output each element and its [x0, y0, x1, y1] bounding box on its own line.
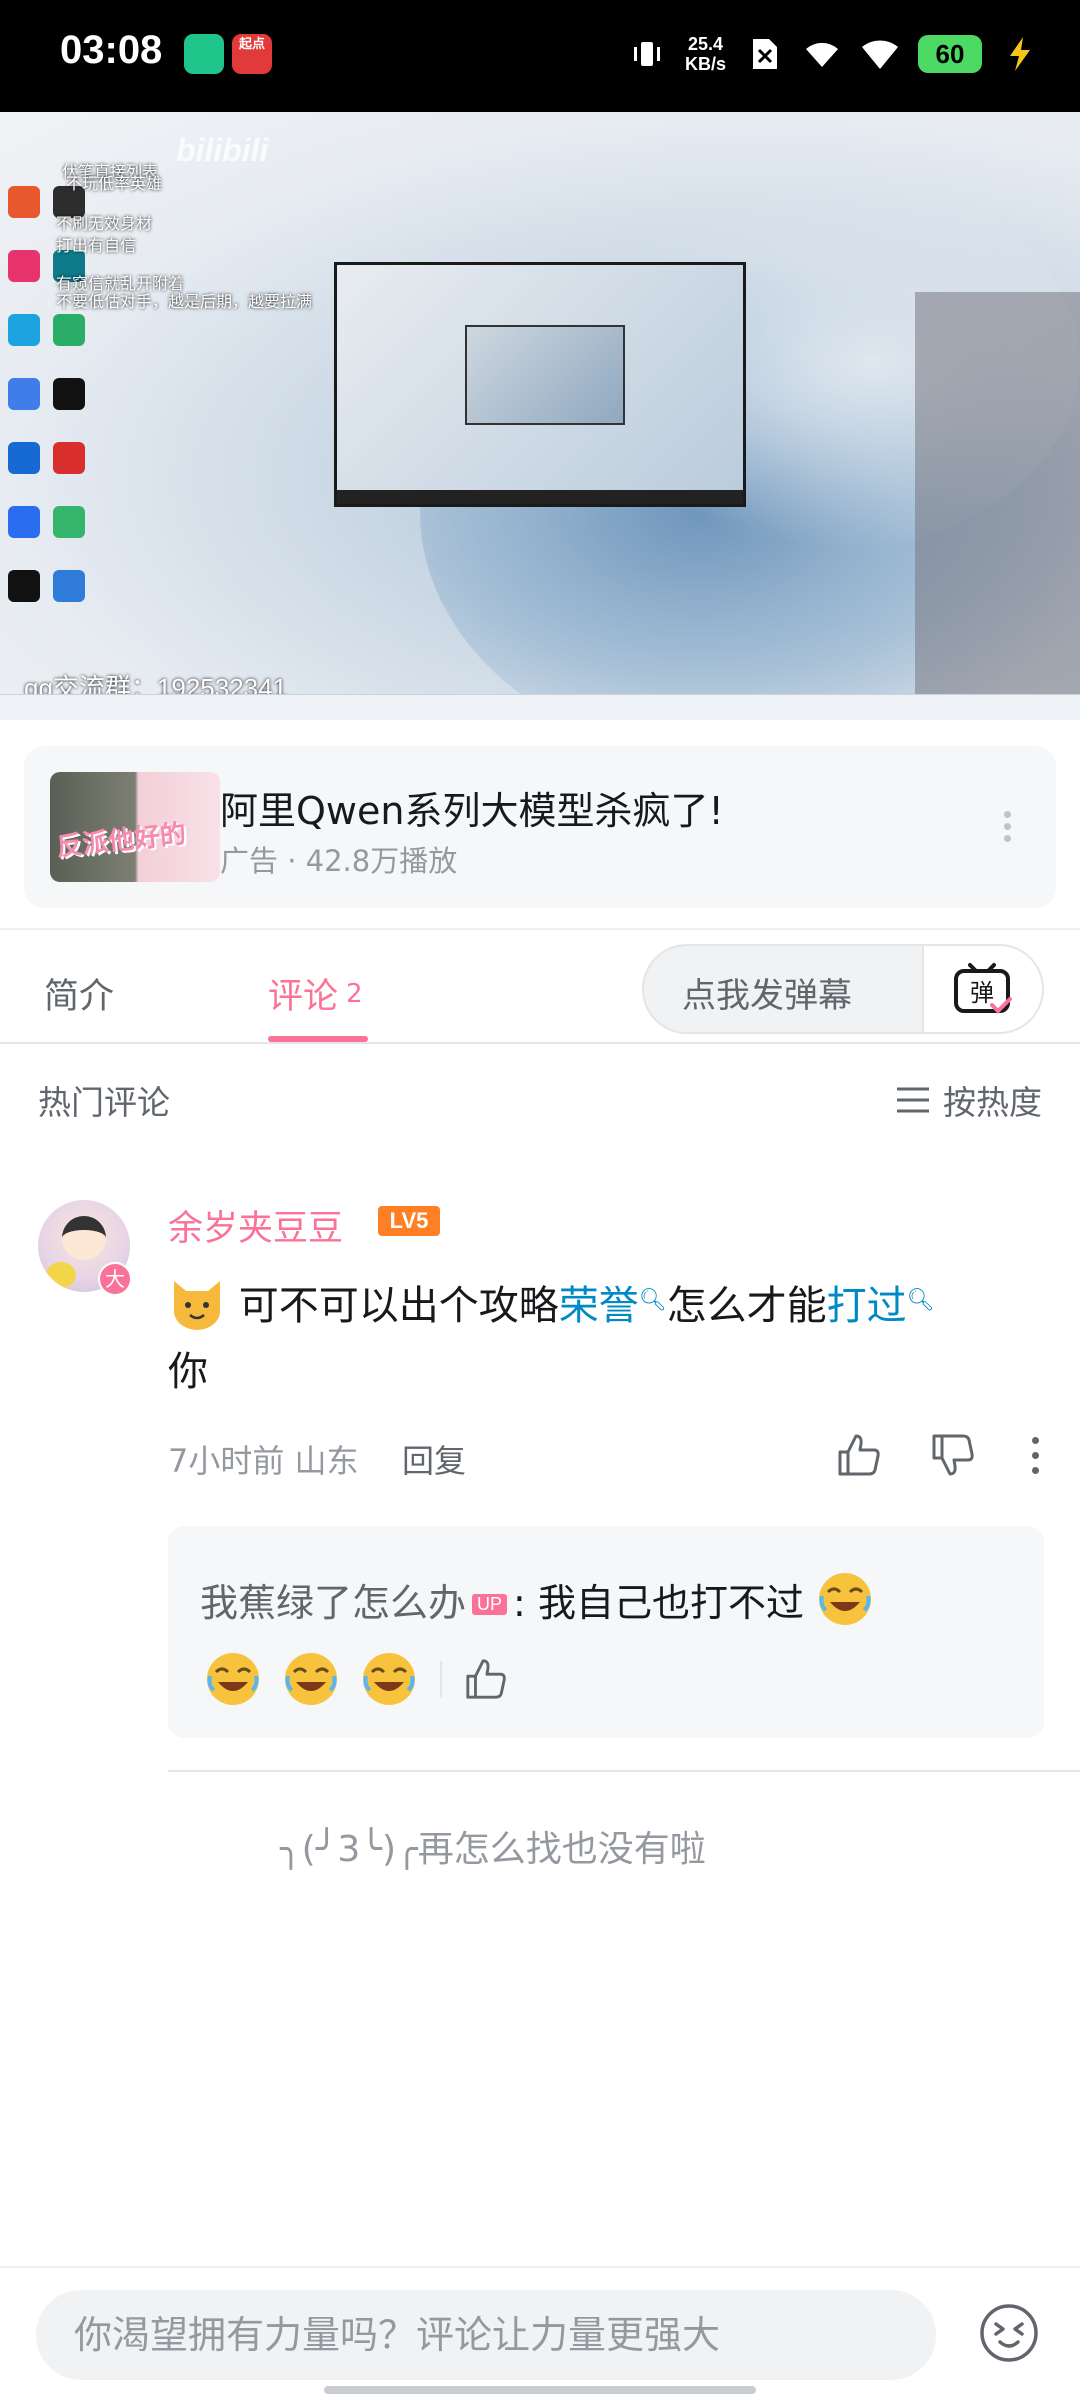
app-icon — [8, 506, 40, 538]
ad-card[interactable]: 反派他好的 阿里Qwen系列大模型杀疯了! 广告 · 42.8万播放 — [24, 746, 1056, 908]
danmaku-toggle-button[interactable]: 弹 — [922, 946, 1042, 1032]
sub-reply-like-icon[interactable] — [464, 1657, 508, 1701]
more-options-icon[interactable] — [1002, 806, 1012, 847]
ad-title: 阿里Qwen系列大模型杀疯了! — [220, 789, 724, 833]
charging-icon — [1000, 34, 1040, 74]
vip-badge: 大 — [98, 1262, 132, 1296]
keyword-link-beat[interactable]: 打过 — [827, 1283, 907, 1329]
comment-text-part3: 你 — [168, 1349, 208, 1395]
network-speed-value: 25.4 — [687, 34, 724, 54]
comment-text-part1: 可不可以出个攻略 — [238, 1283, 559, 1329]
network-speed: 25.4 KB/s — [685, 34, 726, 74]
cat-emoji-icon — [174, 1281, 220, 1330]
overlay-text-3: 不刷无效身材 — [56, 216, 153, 233]
app-icon — [8, 378, 40, 410]
comment-input[interactable] — [74, 2290, 894, 2380]
nested-screen-capture — [334, 262, 746, 507]
video-player[interactable]: bilibili 伏笔直接列表 不玩低率英雄 不刷无效身材 打出有自信 有窥信就… — [0, 112, 1080, 720]
comment-text-part2: 怎么才能 — [666, 1283, 827, 1329]
app-notification-icon — [184, 34, 224, 74]
edge-icon — [8, 314, 40, 346]
comment-more-icon[interactable] — [1024, 1432, 1046, 1478]
tab-comments[interactable]: 评论 2 — [268, 968, 363, 1019]
end-of-comments-message: ╮(╯3╰)╭再怎么找也没有啦 — [280, 1829, 706, 1870]
search-icon: 🔍︎ — [906, 1288, 935, 1313]
laughing-crying-emoji-icon — [819, 1573, 872, 1625]
overlay-text-2: 不玩低率英雄 — [66, 176, 163, 193]
qq-icon — [53, 378, 86, 410]
sub-reply-text: 我自己也打不过 — [537, 1581, 804, 1625]
danmaku-icon: 弹 — [954, 963, 1012, 1014]
wechat-icon — [53, 314, 86, 346]
comment-input-bar[interactable] — [36, 2290, 936, 2380]
status-bar: 03:08 起点 25.4 KB/s 60 — [0, 0, 1080, 112]
sort-label: 按热度 — [943, 1083, 1042, 1122]
tab-intro[interactable]: 简介 — [44, 968, 114, 1019]
tab-comments-label: 评论 — [268, 977, 339, 1017]
ad-thumbnail-text: 反派他好的 — [55, 819, 188, 863]
wifi-icon — [860, 34, 900, 74]
hot-comments-label: 热门评论 — [38, 1083, 170, 1122]
laughing-crying-emoji-icon — [207, 1653, 259, 1705]
app-icon — [8, 442, 40, 474]
ad-thumbnail: 反派他好的 — [50, 772, 220, 882]
danmaku-input[interactable]: 点我发弹幕 弹 — [642, 944, 1044, 1034]
search-icon: 🔍︎ — [638, 1288, 667, 1313]
laughing-crying-emoji-icon — [363, 1653, 415, 1705]
sub-reply-author[interactable]: 我蕉绿了怎么办 — [200, 1581, 466, 1625]
browser-icon — [8, 186, 40, 218]
like-icon[interactable] — [836, 1432, 882, 1478]
comment-count: 2 — [346, 979, 363, 1009]
level-badge: LV5 — [378, 1206, 440, 1236]
app-icon — [53, 570, 86, 602]
comment-username[interactable]: 余岁夹豆豆 — [168, 1200, 343, 1251]
vibrate-icon — [627, 34, 667, 74]
laughing-crying-emoji-icon — [285, 1653, 337, 1705]
app-icon — [8, 250, 40, 282]
bilibili-watermark: bilibili — [176, 132, 269, 168]
sort-icon — [897, 1087, 929, 1113]
battery-indicator: 60 — [918, 35, 982, 73]
comment-text: 可不可以出个攻略荣誉🔍︎怎么才能打过🔍︎ 你 — [168, 1268, 1048, 1405]
app-icon — [8, 570, 40, 602]
app-icon — [53, 506, 86, 538]
sort-button[interactable]: 按热度 — [895, 1076, 1042, 1124]
svg-text:弹: 弹 — [970, 979, 994, 1007]
home-indicator[interactable] — [324, 2386, 756, 2394]
divider — [168, 1770, 1080, 1772]
dislike-icon[interactable] — [930, 1432, 976, 1478]
chat-side-panel — [915, 292, 1080, 712]
danmaku-placeholder: 点我发弹幕 — [682, 976, 852, 1016]
up-tag: UP — [472, 1594, 508, 1615]
active-tab-indicator — [268, 1036, 368, 1042]
mobile-data-icon — [802, 34, 842, 74]
ad-subtitle: 广告 · 42.8万播放 — [220, 844, 458, 878]
emoji-picker-icon[interactable] — [978, 2302, 1040, 2364]
divider — [0, 2266, 1080, 2268]
sub-reply-separator: : — [513, 1581, 526, 1625]
sub-reply: 我蕉绿了怎么办 UP: 我自己也打不过 — [200, 1570, 874, 1628]
status-time: 03:08 — [60, 28, 163, 72]
tab-bar: 简介 评论 2 点我发弹幕 弹 — [0, 930, 1080, 1044]
keyword-link-honor[interactable]: 荣誉 — [559, 1283, 639, 1329]
sub-reply-box[interactable]: 我蕉绿了怎么办 UP: 我自己也打不过 — [168, 1526, 1044, 1738]
overlay-text-4: 打出有自信 — [56, 238, 137, 255]
overlay-text-6: 不要低估对手，越是后期，越要拉满 — [56, 294, 313, 311]
reply-button[interactable]: 回复 — [402, 1436, 466, 1482]
windows-taskbar — [0, 694, 1080, 720]
qidian-app-icon: 起点 — [232, 34, 272, 74]
comment-time-location: 7小时前 山东 — [168, 1442, 359, 1480]
no-sim-icon — [744, 34, 784, 74]
network-speed-unit: KB/s — [684, 54, 726, 74]
wps-icon — [53, 442, 86, 474]
divider — [440, 1661, 442, 1697]
